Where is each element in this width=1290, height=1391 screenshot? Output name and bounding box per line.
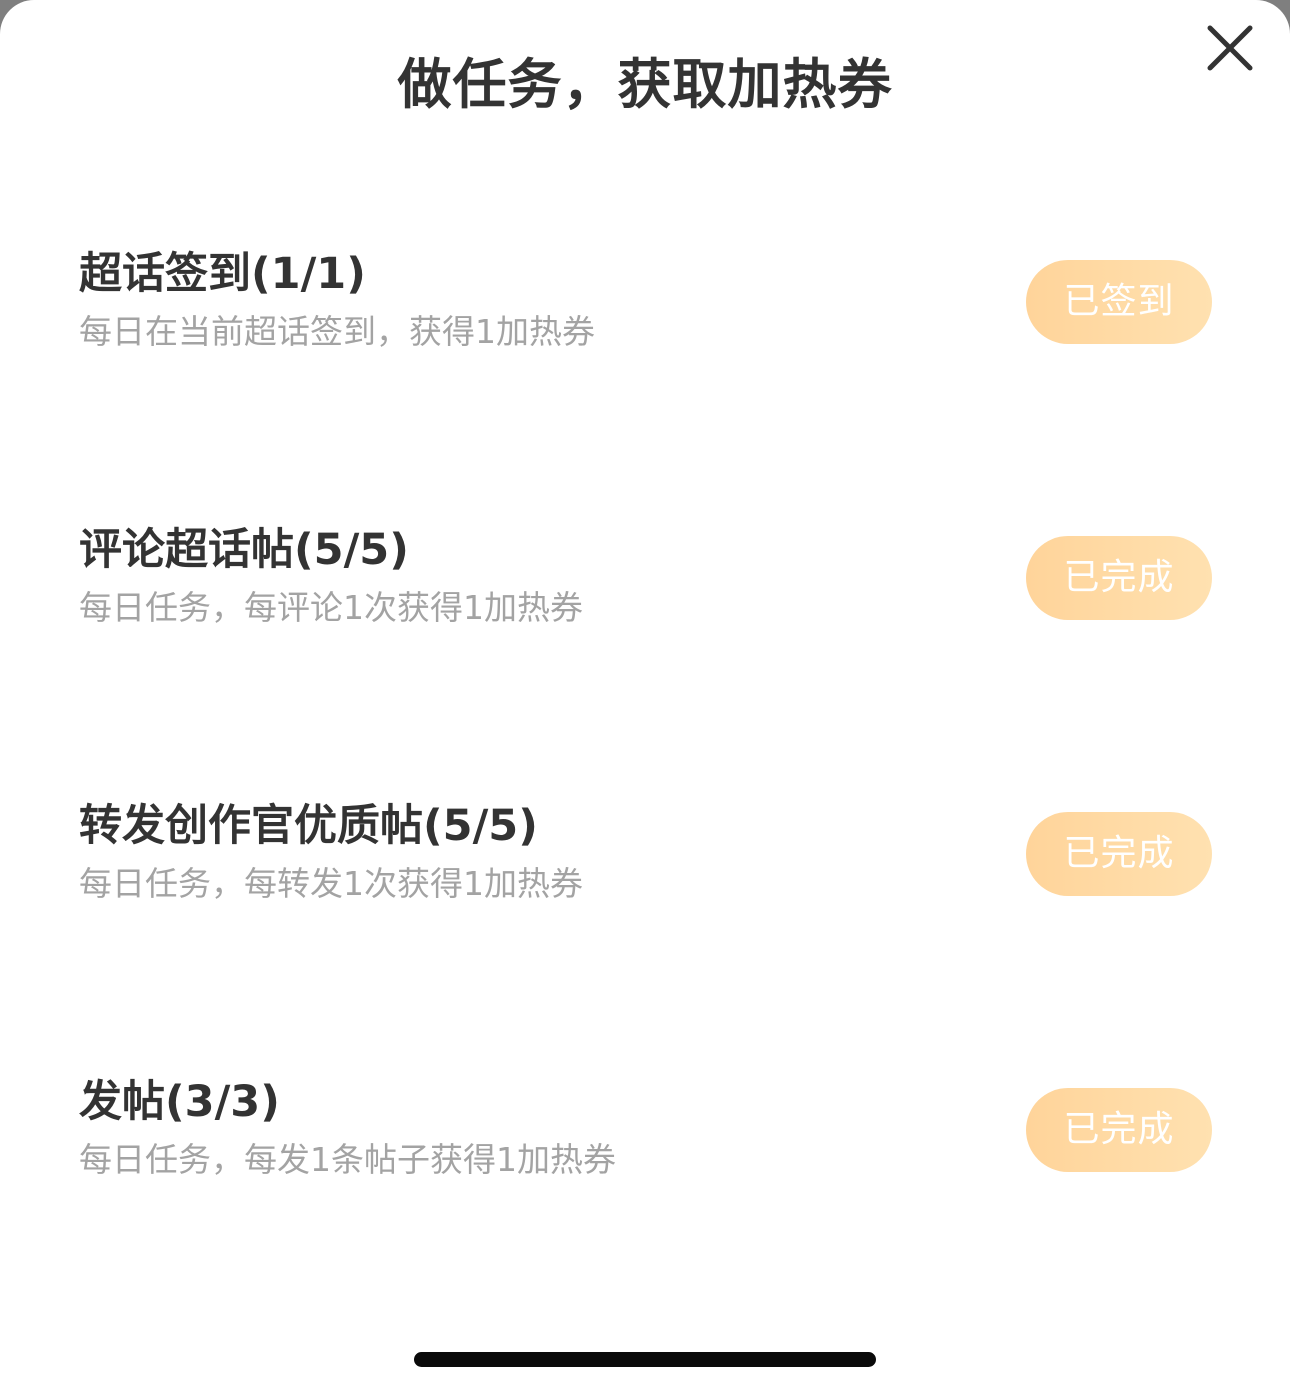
checked-in-button[interactable]: 已签到 (1026, 260, 1212, 344)
task-title: 评论超话帖(5/5) (79, 525, 409, 575)
task-dialog: 做任务，获取加热券 超话签到(1/1) 每日在当前超话签到，获得1加热券 已签到… (0, 0, 1290, 1391)
task-description: 每日任务，每转发1次获得1加热券 (79, 864, 583, 903)
close-button[interactable] (1196, 16, 1264, 84)
completed-button[interactable]: 已完成 (1026, 812, 1212, 896)
dialog-title: 做任务，获取加热券 (397, 53, 893, 116)
task-title: 超话签到(1/1) (79, 249, 366, 299)
completed-button[interactable]: 已完成 (1026, 1088, 1212, 1172)
task-item-checkin: 超话签到(1/1) 每日在当前超话签到，获得1加热券 已签到 (0, 248, 1290, 398)
task-description: 每日任务，每发1条帖子获得1加热券 (79, 1140, 616, 1179)
task-title: 发帖(3/3) (79, 1077, 280, 1127)
task-title: 转发创作官优质帖(5/5) (79, 801, 538, 851)
task-description: 每日在当前超话签到，获得1加热券 (79, 312, 595, 351)
task-item-comment: 评论超话帖(5/5) 每日任务，每评论1次获得1加热券 已完成 (0, 524, 1290, 674)
task-item-post: 发帖(3/3) 每日任务，每发1条帖子获得1加热券 已完成 (0, 1076, 1290, 1226)
task-item-repost: 转发创作官优质帖(5/5) 每日任务，每转发1次获得1加热券 已完成 (0, 800, 1290, 950)
task-description: 每日任务，每评论1次获得1加热券 (79, 588, 583, 627)
completed-button[interactable]: 已完成 (1026, 536, 1212, 620)
close-icon (1207, 25, 1253, 71)
home-indicator[interactable] (414, 1352, 876, 1367)
